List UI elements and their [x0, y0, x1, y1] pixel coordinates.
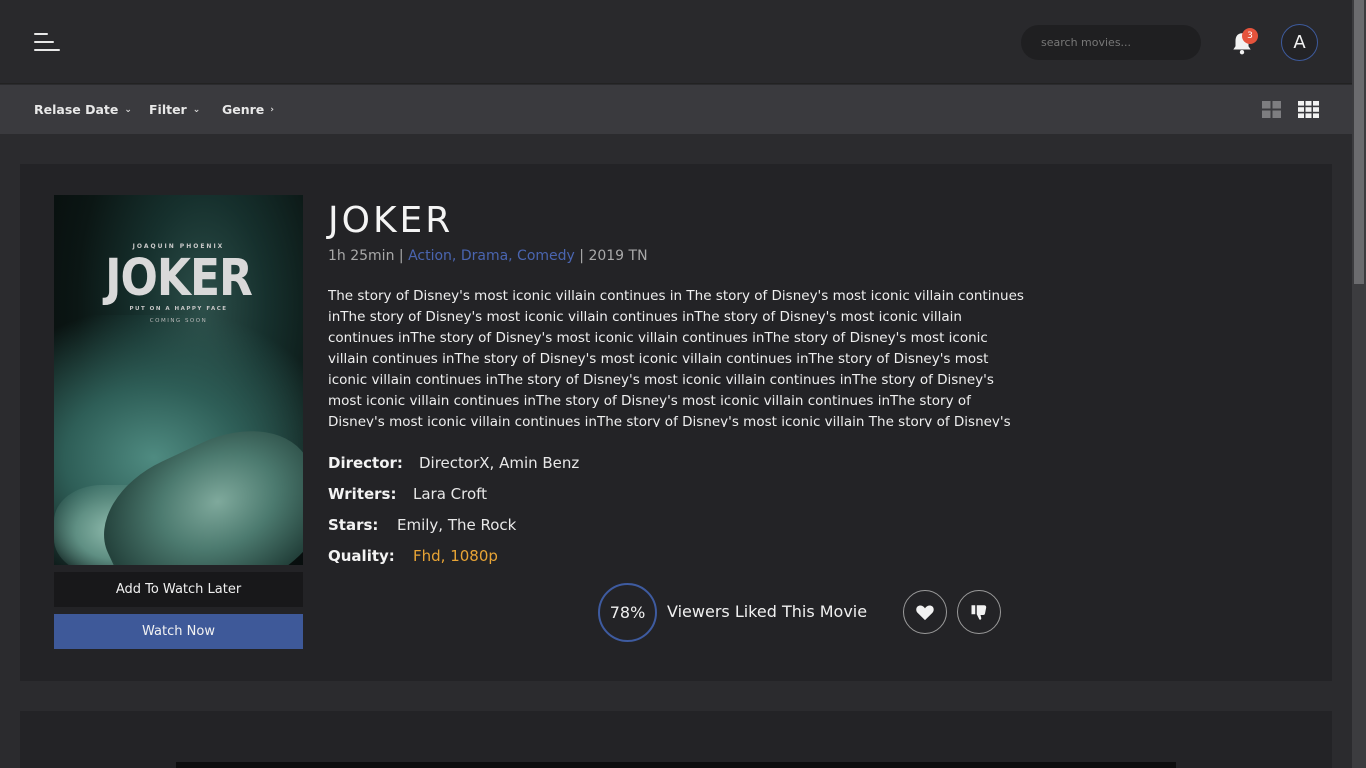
quality-label: Quality:	[328, 547, 395, 565]
writers-value: Lara Croft	[413, 485, 488, 503]
search-input[interactable]	[1021, 25, 1201, 60]
quality-value: Fhd, 1080p	[413, 547, 498, 565]
avatar[interactable]: A	[1281, 24, 1318, 61]
movie-poster[interactable]: JOAQUIN PHOENIX JOKER PUT ON A HAPPY FAC…	[54, 195, 303, 565]
director-row: Director: DirectorX, Amin Benz	[328, 454, 579, 472]
quality-row: Quality: Fhd, 1080p	[328, 547, 498, 565]
genre-dropdown[interactable]: Genre ›	[222, 102, 274, 117]
genre-label: Genre	[222, 102, 265, 117]
watch-now-button[interactable]: Watch Now	[54, 614, 303, 649]
movie-genres[interactable]: Action, Drama, Comedy	[408, 248, 575, 264]
filter-label: Filter	[149, 102, 187, 117]
release-date-dropdown[interactable]: Relase Date ⌄	[34, 102, 132, 117]
movie-description: The story of Disney's most iconic villai…	[328, 288, 1024, 427]
movie-card: JOAQUIN PHOENIX JOKER PUT ON A HAPPY FAC…	[20, 164, 1332, 681]
movie-title: JOKER	[328, 200, 454, 241]
stars-row: Stars: Emily, The Rock	[328, 516, 516, 534]
hamburger-menu-icon[interactable]	[34, 33, 60, 51]
meta-separator: |	[579, 248, 584, 264]
poster-tagline: PUT ON A HAPPY FACE	[129, 306, 228, 312]
dislike-button[interactable]	[957, 590, 1001, 634]
poster-coming-soon: COMING SOON	[149, 318, 208, 324]
writers-label: Writers:	[328, 485, 397, 503]
stars-value: Emily, The Rock	[397, 516, 517, 534]
scrollbar[interactable]	[1352, 0, 1366, 768]
filter-bar: Relase Date ⌄ Filter ⌄ Genre ›	[0, 85, 1352, 134]
thumbs-down-icon	[971, 605, 987, 620]
video-player-area[interactable]	[176, 762, 1176, 768]
add-to-watch-later-button[interactable]: Add To Watch Later	[54, 572, 303, 607]
rating-circle: 78%	[598, 583, 657, 642]
release-date-label: Relase Date	[34, 102, 119, 117]
writers-row: Writers: Lara Croft	[328, 485, 487, 503]
stars-label: Stars:	[328, 516, 379, 534]
movie-duration: 1h 25min	[328, 248, 395, 264]
scrollbar-thumb[interactable]	[1354, 0, 1364, 284]
director-label: Director:	[328, 454, 403, 472]
large-grid-view-icon[interactable]	[1262, 101, 1281, 118]
chevron-down-icon: ⌄	[124, 104, 132, 115]
filter-dropdown[interactable]: Filter ⌄	[149, 102, 200, 117]
meta-separator: |	[398, 248, 404, 264]
movie-meta: 1h 25min | Action, Drama, Comedy | 2019 …	[328, 248, 648, 264]
top-bar: 3 A	[0, 0, 1352, 84]
rating-text: Viewers Liked This Movie	[667, 602, 868, 621]
chevron-down-icon: ⌄	[192, 104, 201, 115]
director-value: DirectorX, Amin Benz	[419, 454, 580, 472]
next-card	[20, 711, 1332, 768]
heart-icon	[916, 605, 934, 621]
small-grid-view-icon[interactable]	[1298, 101, 1319, 118]
poster-title: JOKER	[105, 249, 253, 308]
notification-badge: 3	[1242, 28, 1258, 44]
like-button[interactable]	[903, 590, 947, 634]
chevron-right-icon: ›	[270, 104, 274, 115]
movie-year-country: 2019 TN	[588, 248, 648, 264]
